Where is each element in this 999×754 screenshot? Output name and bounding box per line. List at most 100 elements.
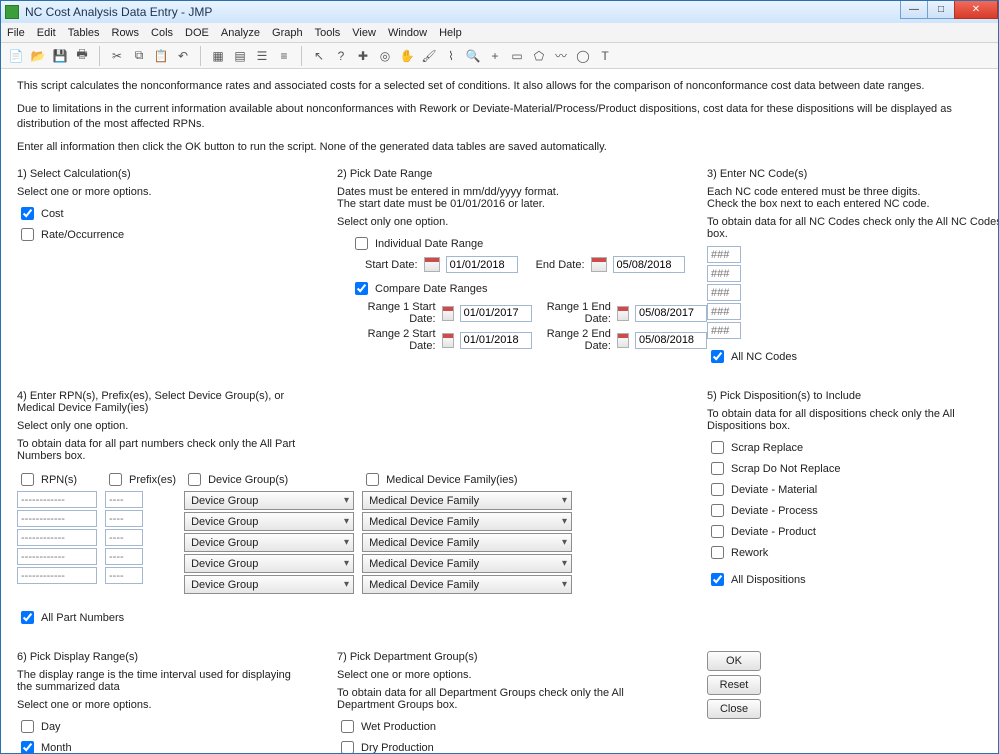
lasso-icon[interactable]: ⌇ bbox=[442, 47, 460, 65]
nc-code-input-3[interactable] bbox=[707, 284, 741, 301]
checkbox-deviate-process[interactable]: Deviate - Process bbox=[707, 501, 998, 520]
checkbox-month[interactable]: Month bbox=[17, 738, 337, 753]
rect-icon[interactable]: ▭ bbox=[508, 47, 526, 65]
rpn-input-3[interactable] bbox=[17, 529, 97, 546]
prefix-input-4[interactable] bbox=[105, 548, 143, 565]
paste-icon[interactable]: 📋 bbox=[152, 47, 170, 65]
checkbox-all-dispositions[interactable]: All Dispositions bbox=[707, 570, 998, 589]
minimize-button[interactable]: — bbox=[900, 1, 928, 19]
checkbox-rpn-input[interactable] bbox=[21, 473, 34, 486]
checkbox-rpn[interactable]: RPN(s) bbox=[17, 470, 77, 489]
checkbox-rate-input[interactable] bbox=[21, 228, 34, 241]
menu-doe[interactable]: DOE bbox=[185, 27, 209, 39]
brush-icon[interactable]: 🖌 bbox=[420, 47, 438, 65]
checkbox-rate[interactable]: Rate/Occurrence bbox=[17, 225, 337, 244]
calendar-icon[interactable] bbox=[424, 257, 440, 272]
checkbox-all-parts-input[interactable] bbox=[21, 611, 34, 624]
range1-start-input[interactable] bbox=[460, 305, 532, 322]
menu-analyze[interactable]: Analyze bbox=[221, 27, 260, 39]
menu-file[interactable]: File bbox=[7, 27, 25, 39]
checkbox-all-nc-input[interactable] bbox=[711, 350, 724, 363]
device-group-select-4[interactable]: Device Group bbox=[184, 554, 354, 573]
range2-end-input[interactable] bbox=[635, 332, 707, 349]
checkbox-dry-production[interactable]: Dry Production bbox=[337, 738, 707, 753]
checkbox-dg-input[interactable] bbox=[188, 473, 201, 486]
checkbox-device-group[interactable]: Device Group(s) bbox=[184, 470, 288, 489]
hand-icon[interactable]: ✋ bbox=[398, 47, 416, 65]
pointer-icon[interactable]: ↖ bbox=[310, 47, 328, 65]
menu-window[interactable]: Window bbox=[388, 27, 427, 39]
range1-end-input[interactable] bbox=[635, 305, 707, 322]
checkbox-deviate-material[interactable]: Deviate - Material bbox=[707, 480, 998, 499]
calendar-icon[interactable] bbox=[617, 306, 629, 321]
circle-icon[interactable]: ◯ bbox=[574, 47, 592, 65]
target-icon[interactable]: ◎ bbox=[376, 47, 394, 65]
nc-code-input-5[interactable] bbox=[707, 322, 741, 339]
device-group-select-5[interactable]: Device Group bbox=[184, 575, 354, 594]
rpn-input-4[interactable] bbox=[17, 548, 97, 565]
device-group-select-2[interactable]: Device Group bbox=[184, 512, 354, 531]
open-icon[interactable]: 📂 bbox=[29, 47, 47, 65]
range2-start-input[interactable] bbox=[460, 332, 532, 349]
prefix-input-2[interactable] bbox=[105, 510, 143, 527]
nc-code-input-1[interactable] bbox=[707, 246, 741, 263]
mdf-select-1[interactable]: Medical Device Family bbox=[362, 491, 572, 510]
rows-icon[interactable]: ≡ bbox=[275, 47, 293, 65]
menu-tools[interactable]: Tools bbox=[315, 27, 341, 39]
list-icon[interactable]: ☰ bbox=[253, 47, 271, 65]
checkbox-mdf[interactable]: Medical Device Family(ies) bbox=[362, 470, 517, 489]
rpn-input-2[interactable] bbox=[17, 510, 97, 527]
calendar-icon[interactable] bbox=[591, 257, 607, 272]
mdf-select-5[interactable]: Medical Device Family bbox=[362, 575, 572, 594]
crosshair-icon[interactable]: ✚ bbox=[354, 47, 372, 65]
rpn-input-5[interactable] bbox=[17, 567, 97, 584]
checkbox-scrap-replace[interactable]: Scrap Replace bbox=[707, 438, 998, 457]
checkbox-individual-range[interactable]: Individual Date Range bbox=[351, 234, 707, 253]
prefix-input-1[interactable] bbox=[105, 491, 143, 508]
nc-code-input-2[interactable] bbox=[707, 265, 741, 282]
zoom-icon[interactable]: 🔍 bbox=[464, 47, 482, 65]
checkbox-day[interactable]: Day bbox=[17, 717, 337, 736]
calendar-icon[interactable] bbox=[617, 333, 629, 348]
text-icon[interactable]: T bbox=[596, 47, 614, 65]
plus-icon[interactable]: + bbox=[486, 47, 504, 65]
checkbox-rework[interactable]: Rework bbox=[707, 543, 998, 562]
reset-button[interactable]: Reset bbox=[707, 675, 761, 695]
checkbox-cost-input[interactable] bbox=[21, 207, 34, 220]
save-icon[interactable]: 💾 bbox=[51, 47, 69, 65]
end-date-input[interactable] bbox=[613, 256, 685, 273]
checkbox-all-part-numbers[interactable]: All Part Numbers bbox=[17, 608, 707, 627]
help-icon[interactable]: ? bbox=[332, 47, 350, 65]
menu-tables[interactable]: Tables bbox=[68, 27, 100, 39]
menu-cols[interactable]: Cols bbox=[151, 27, 173, 39]
copy-icon[interactable]: ⧉ bbox=[130, 47, 148, 65]
checkbox-prefix[interactable]: Prefix(es) bbox=[105, 470, 176, 489]
checkbox-compare-ranges[interactable]: Compare Date Ranges bbox=[351, 279, 707, 298]
device-group-select-1[interactable]: Device Group bbox=[184, 491, 354, 510]
mdf-select-4[interactable]: Medical Device Family bbox=[362, 554, 572, 573]
close-button[interactable]: Close bbox=[707, 699, 761, 719]
checkbox-scrap-no-replace[interactable]: Scrap Do Not Replace bbox=[707, 459, 998, 478]
maximize-button[interactable]: □ bbox=[927, 1, 955, 19]
curve-icon[interactable]: 〰 bbox=[552, 47, 570, 65]
prefix-input-5[interactable] bbox=[105, 567, 143, 584]
mdf-select-2[interactable]: Medical Device Family bbox=[362, 512, 572, 531]
checkbox-all-nc-codes[interactable]: All NC Codes bbox=[707, 347, 998, 366]
rpn-input-1[interactable] bbox=[17, 491, 97, 508]
grid-icon[interactable]: ▤ bbox=[231, 47, 249, 65]
menu-graph[interactable]: Graph bbox=[272, 27, 303, 39]
checkbox-cost[interactable]: Cost bbox=[17, 204, 337, 223]
checkbox-compare-input[interactable] bbox=[355, 282, 368, 295]
menu-help[interactable]: Help bbox=[439, 27, 462, 39]
close-window-button[interactable]: ✕ bbox=[954, 1, 998, 19]
nc-code-input-4[interactable] bbox=[707, 303, 741, 320]
menu-rows[interactable]: Rows bbox=[112, 27, 140, 39]
undo-icon[interactable]: ↶ bbox=[174, 47, 192, 65]
table-icon[interactable]: ▦ bbox=[209, 47, 227, 65]
device-group-select-3[interactable]: Device Group bbox=[184, 533, 354, 552]
poly-icon[interactable]: ⬠ bbox=[530, 47, 548, 65]
checkbox-mdf-input[interactable] bbox=[366, 473, 379, 486]
new-icon[interactable]: 📄 bbox=[7, 47, 25, 65]
checkbox-wet-production[interactable]: Wet Production bbox=[337, 717, 707, 736]
checkbox-prefix-input[interactable] bbox=[109, 473, 122, 486]
